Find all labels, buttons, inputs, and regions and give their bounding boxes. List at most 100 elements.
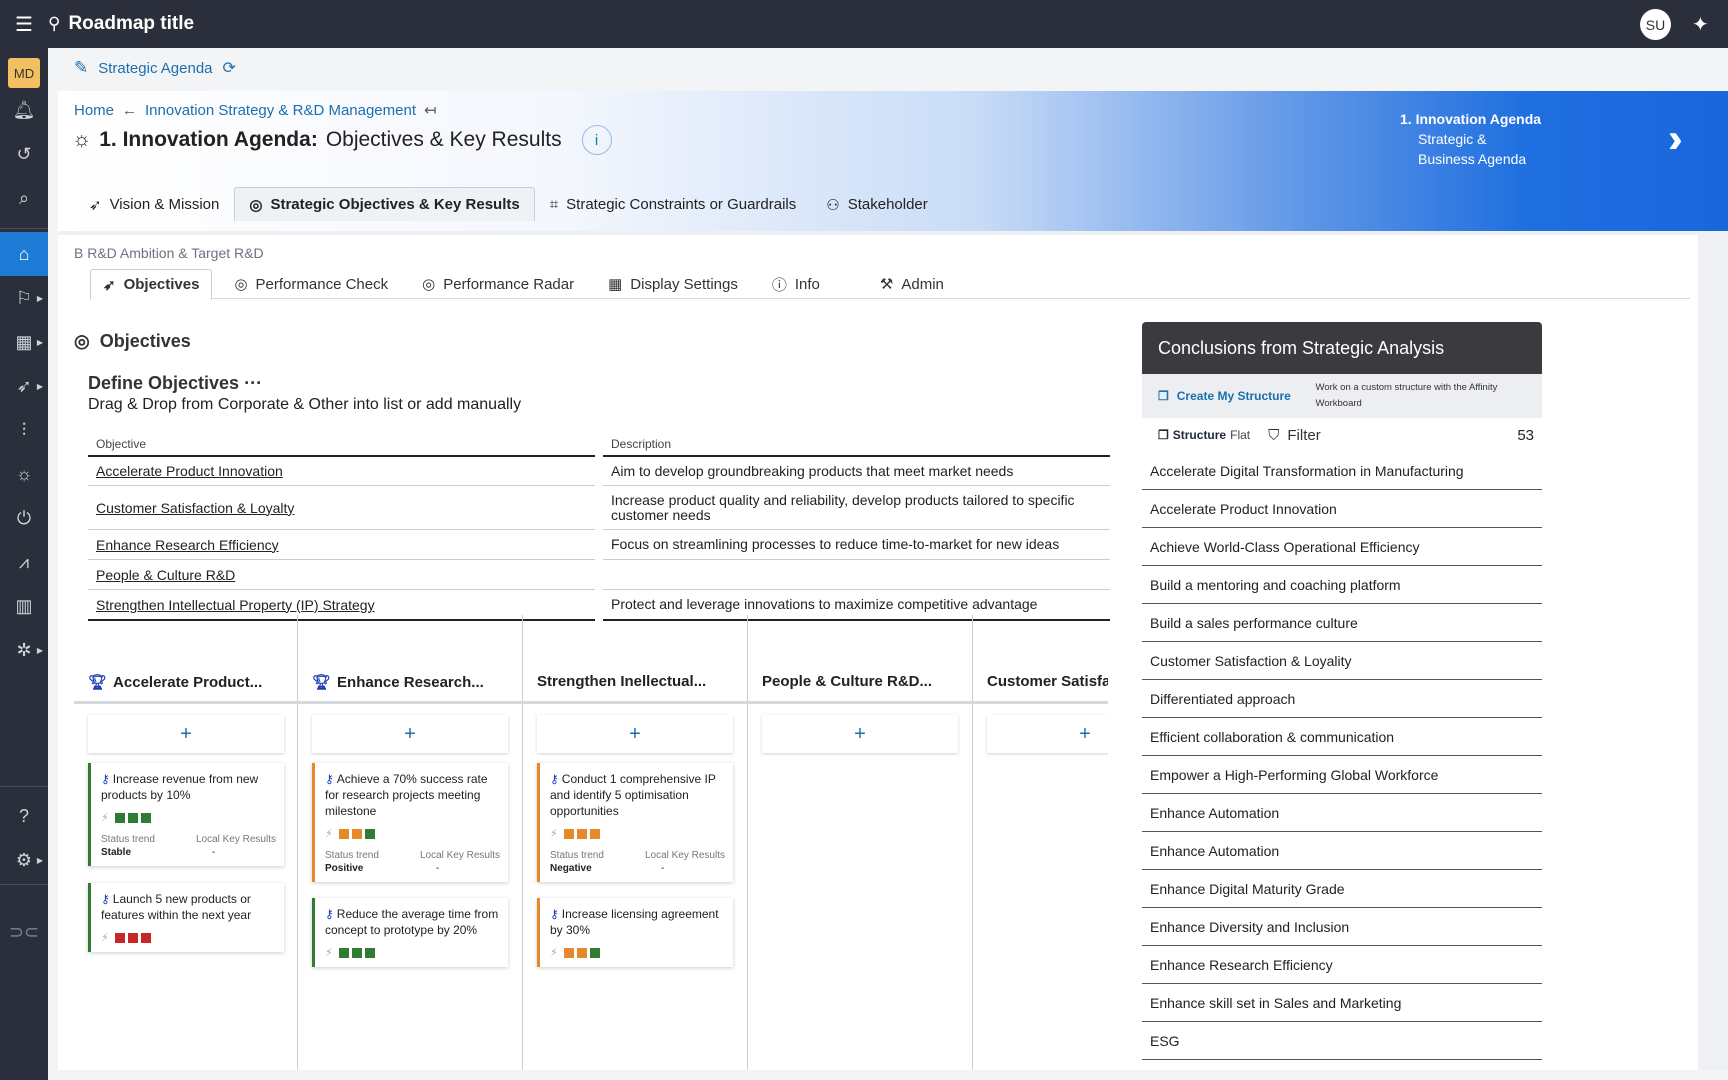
card-title: Achieve a 70% success rate for research … — [325, 772, 488, 818]
bell-icon[interactable]: 🔔︎ — [0, 88, 48, 132]
add-key-result-button[interactable]: + — [537, 715, 733, 753]
status-square — [338, 828, 349, 839]
breadcrumb-home[interactable]: Home — [74, 102, 114, 119]
column-header[interactable]: People & Culture R&D... — [762, 673, 932, 690]
column-header[interactable]: 🏆︎ Accelerate Product... — [88, 673, 262, 692]
key-icon: ⚷ — [550, 907, 559, 921]
objective-cell[interactable]: Accelerate Product Innovation — [88, 455, 595, 485]
workspace-badge[interactable]: MD — [8, 58, 40, 88]
conclusion-item[interactable]: Enhance Automation — [1142, 832, 1542, 870]
table-row[interactable]: People & Culture R&D — [88, 559, 1110, 589]
key-result-card[interactable]: ⚷ Increase licensing agreement by 30% ⚡︎ — [537, 898, 733, 967]
description-cell: Increase product quality and reliability… — [603, 485, 1110, 529]
conclusion-item[interactable]: Enhance Digital Maturity Grade — [1142, 870, 1542, 908]
subtab-info[interactable]: ⓘ Info — [760, 269, 832, 299]
conclusion-item[interactable]: ESG — [1142, 1022, 1542, 1060]
status-square — [140, 932, 151, 943]
people-icon: ⚇ — [826, 196, 840, 214]
objective-cell[interactable]: Enhance Research Efficiency — [88, 529, 595, 559]
structure-toggle[interactable]: ❐ Structure Flat — [1158, 428, 1250, 442]
next-step[interactable]: 1. Innovation Agenda Strategic & Busines… — [1400, 109, 1541, 169]
info-icon[interactable]: i — [581, 125, 612, 155]
add-key-result-button[interactable]: + — [762, 715, 958, 753]
filter-button[interactable]: ⛉ Filter — [1268, 427, 1321, 444]
sliders-icon[interactable]: ⫶ — [0, 408, 48, 452]
subtab-objectives[interactable]: ➶ Objectives — [90, 269, 213, 300]
search-icon[interactable]: ⌕ — [0, 176, 48, 220]
key-result-card[interactable]: ⚷ Launch 5 new products or features withi… — [88, 883, 284, 952]
column-header[interactable]: Customer Satisfa — [987, 673, 1108, 690]
objective-cell[interactable]: Customer Satisfaction & Loyalty — [88, 485, 595, 529]
subtab-performance-check[interactable]: ◎ Performance Check — [222, 269, 400, 299]
add-key-result-button[interactable]: + — [987, 715, 1108, 753]
column-header[interactable]: Strengthen Inellectual... — [537, 673, 706, 690]
target-icon: ◎ — [74, 331, 90, 351]
objective-cell[interactable]: People & Culture R&D — [88, 559, 595, 589]
user-avatar[interactable]: SU — [1640, 9, 1671, 40]
network-icon[interactable]: ✲ ▶ — [0, 628, 48, 672]
create-structure-button[interactable]: ❐ Create My Structure — [1158, 389, 1316, 403]
tab-vision-mission[interactable]: ➶ Vision & Mission — [74, 187, 234, 221]
lightbulb-icon: ☼ — [72, 128, 92, 151]
hamburger-menu-icon[interactable]: ☰ — [0, 0, 48, 48]
conclusion-item[interactable]: Efficient collaboration & communication — [1142, 718, 1542, 756]
tab-strategic-constraints[interactable]: ⌗ Strategic Constraints or Guardrails — [535, 187, 812, 221]
column-header[interactable]: 🏆︎ Enhance Research... — [312, 673, 484, 692]
description-cell — [603, 559, 1110, 589]
lightbulb-icon[interactable]: ☼ — [0, 452, 48, 496]
subtab-admin[interactable]: ⚒ Admin — [868, 269, 956, 299]
history-icon[interactable]: ↺ — [0, 132, 48, 176]
page-title-rest: Objectives & Key Results — [325, 128, 562, 151]
home-icon[interactable]: ⌂ — [0, 232, 48, 276]
conclusion-item[interactable]: Accelerate Digital Transformation in Man… — [1142, 452, 1542, 490]
tab-strategic-objectives[interactable]: ◎ Strategic Objectives & Key Results — [234, 187, 535, 221]
back-arrow-icon[interactable]: ↤ — [424, 101, 437, 119]
add-key-result-button[interactable]: + — [312, 715, 508, 753]
table-row[interactable]: Customer Satisfaction & Loyalty Increase… — [88, 485, 1110, 529]
edit-icon[interactable]: ✎ — [74, 58, 88, 78]
key-result-card[interactable]: ⚷ Increase revenue from new products by 1… — [88, 763, 284, 866]
breadcrumb-parent[interactable]: Innovation Strategy & R&D Management — [145, 102, 416, 119]
double-chevron-right-icon[interactable]: ›› — [1668, 117, 1681, 162]
conclusion-item[interactable]: Build a mentoring and coaching platform — [1142, 566, 1542, 604]
power-icon[interactable]: ⏻ — [0, 496, 48, 540]
conclusion-item[interactable]: Enhance skill set in Sales and Marketing — [1142, 984, 1542, 1022]
card-text: ⚷ Launch 5 new products or features withi… — [101, 891, 276, 923]
conclusion-item[interactable]: Differentiated approach — [1142, 680, 1542, 718]
conclusion-item[interactable]: Achieve World-Class Operational Efficien… — [1142, 528, 1542, 566]
status-squares: ⚡︎ — [325, 827, 500, 840]
conclusion-item[interactable]: Customer Satisfaction & Loyality — [1142, 642, 1542, 680]
help-icon[interactable]: ? — [0, 794, 48, 838]
conclusion-item[interactable]: Enhance Diversity and Inclusion — [1142, 908, 1542, 946]
refresh-icon[interactable]: ⟳ — [223, 58, 236, 78]
status-squares: ⚡︎ — [101, 931, 276, 944]
copy-icon: ❐ — [1158, 389, 1169, 403]
rocket-icon[interactable]: ➶ ▶ — [0, 364, 48, 408]
key-result-card[interactable]: ⚷ Conduct 1 comprehensive IP and identify… — [537, 763, 733, 882]
roadmap-icon[interactable]: ⚐ ▶ — [0, 276, 48, 320]
table-row[interactable]: Enhance Research Efficiency Focus on str… — [88, 529, 1110, 559]
table-row[interactable]: Accelerate Product Innovation Aim to dev… — [88, 455, 1110, 485]
key-result-card[interactable]: ⚷ Reduce the average time from concept to… — [312, 898, 508, 967]
workspace-label[interactable]: Strategic Agenda — [98, 60, 212, 77]
settings-icon[interactable]: ⚙ ▶ — [0, 838, 48, 882]
key-icon: ⚷ — [325, 907, 334, 921]
add-key-result-button[interactable]: + — [88, 715, 284, 753]
conclusion-item[interactable]: Enhance Automation — [1142, 794, 1542, 832]
conclusion-item[interactable]: Build a sales performance culture — [1142, 604, 1542, 642]
key-result-card[interactable]: ⚷ Achieve a 70% success rate for research… — [312, 763, 508, 882]
more-options-icon[interactable]: ··· — [244, 373, 262, 393]
subtab-display-settings[interactable]: ▦ Display Settings — [596, 269, 750, 299]
board-column: 🏆︎ Accelerate Product... + ⚷ Increase reve… — [74, 615, 298, 1070]
ai-sparkle-icon[interactable]: ✦ — [1692, 12, 1709, 37]
conclusion-item[interactable]: Enhance Research Efficiency — [1142, 946, 1542, 984]
chart-icon[interactable]: ⩘ — [0, 540, 48, 584]
conclusion-item[interactable]: Accelerate Product Innovation — [1142, 490, 1542, 528]
subtab-performance-radar[interactable]: ◎ Performance Radar — [410, 269, 586, 299]
conclusion-item[interactable]: Empower a High-Performing Global Workfor… — [1142, 756, 1542, 794]
target-icon: ◎ — [249, 196, 263, 214]
tab-stakeholder[interactable]: ⚇ Stakeholder — [811, 187, 943, 221]
library-icon[interactable]: ▥ — [0, 584, 48, 628]
next-step-sub1: Strategic & — [1418, 131, 1487, 147]
building-icon[interactable]: ▦ ▶ — [0, 320, 48, 364]
